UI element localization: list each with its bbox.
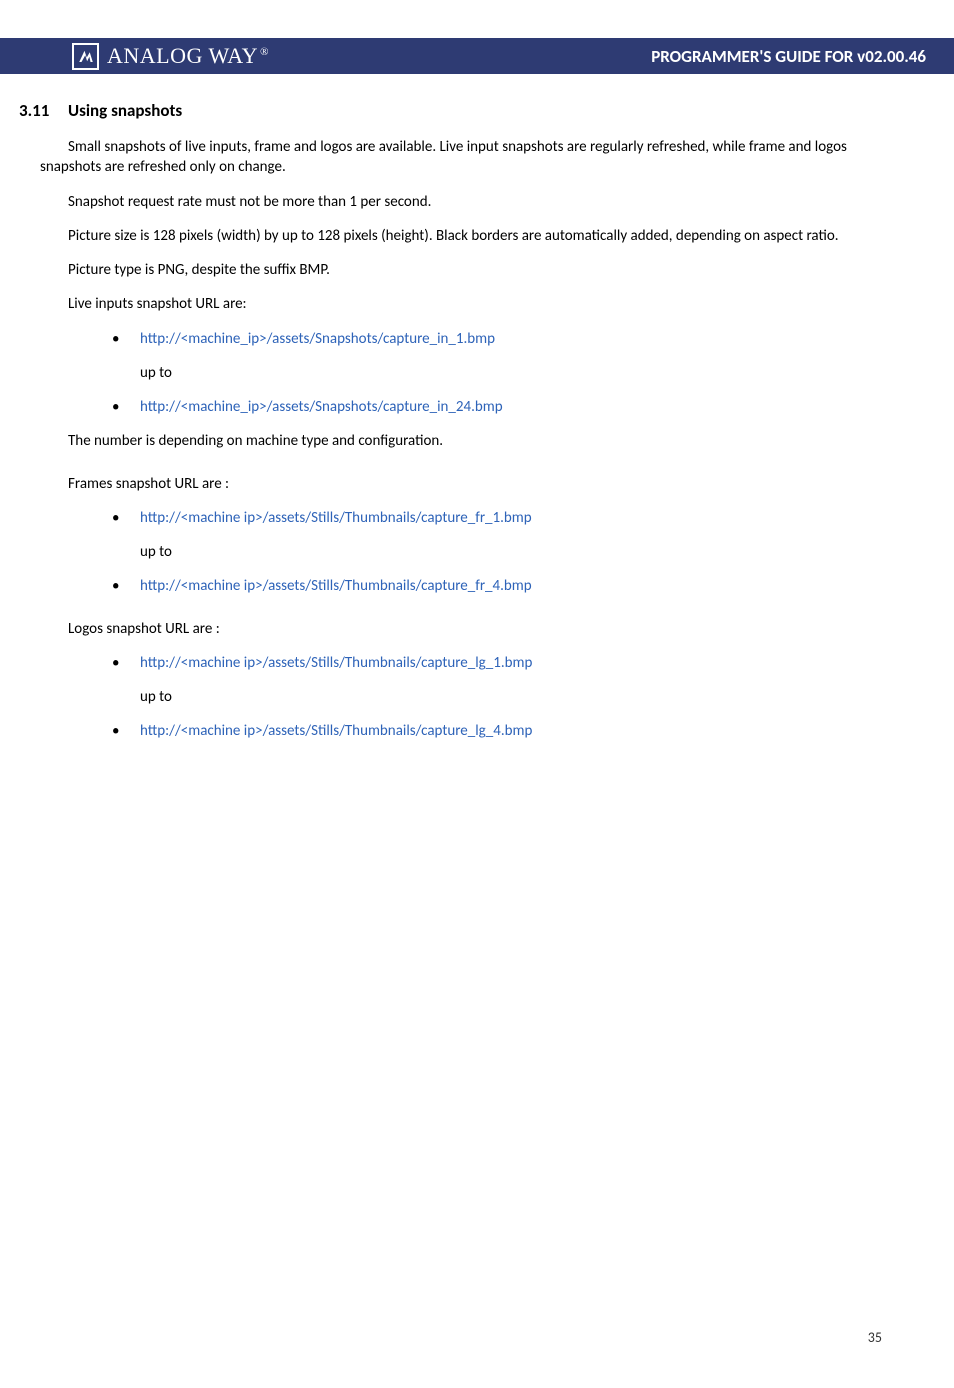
paragraph: Frames snapshot URL are : — [40, 474, 886, 494]
brand-logo-icon — [72, 43, 99, 70]
paragraph: Picture type is PNG, despite the suffix … — [40, 260, 886, 280]
url-link[interactable]: http://<machine ip>/assets/Stills/Thumbn… — [140, 654, 532, 672]
list-item: http://<machine ip>/assets/Stills/Thumbn… — [112, 653, 886, 708]
paragraph: Small snapshots of live inputs, frame an… — [40, 137, 886, 178]
paragraph: Picture size is 128 pixels (width) by up… — [40, 226, 886, 246]
url-link[interactable]: http://<machine ip>/assets/Stills/Thumbn… — [140, 509, 532, 527]
list-item: http://<machine_ip>/assets/Snapshots/cap… — [112, 329, 886, 384]
header-logo-area: ANALOG WAY® — [0, 38, 300, 74]
url-link[interactable]: http://<machine ip>/assets/Stills/Thumbn… — [140, 722, 532, 740]
paragraph: Snapshot request rate must not be more t… — [40, 192, 886, 212]
paragraph: The number is depending on machine type … — [40, 431, 886, 451]
list-item: http://<machine ip>/assets/Stills/Thumbn… — [112, 508, 886, 563]
frames-list: http://<machine ip>/assets/Stills/Thumbn… — [112, 508, 886, 597]
list-item: http://<machine ip>/assets/Stills/Thumbn… — [112, 721, 886, 741]
header-title: PROGRAMMER'S GUIDE FOR v02.00.46 — [300, 38, 954, 74]
page-content: 3.11Using snapshots Small snapshots of l… — [0, 74, 954, 742]
url-link[interactable]: http://<machine_ip>/assets/Snapshots/cap… — [140, 398, 503, 416]
header-bar: ANALOG WAY® PROGRAMMER'S GUIDE FOR v02.0… — [0, 38, 954, 74]
brand-name: ANALOG WAY® — [107, 43, 269, 69]
url-link[interactable]: http://<machine ip>/assets/Stills/Thumbn… — [140, 577, 532, 595]
page-number: 35 — [868, 1329, 882, 1346]
live-inputs-list: http://<machine_ip>/assets/Snapshots/cap… — [112, 329, 886, 418]
up-to-text: up to — [140, 687, 886, 707]
up-to-text: up to — [140, 363, 886, 383]
section-heading: 3.11Using snapshots — [19, 100, 886, 121]
paragraph: Live inputs snapshot URL are: — [40, 294, 886, 314]
up-to-text: up to — [140, 542, 886, 562]
url-link[interactable]: http://<machine_ip>/assets/Snapshots/cap… — [140, 330, 495, 348]
list-item: http://<machine_ip>/assets/Snapshots/cap… — [112, 397, 886, 417]
paragraph: Logos snapshot URL are : — [40, 619, 886, 639]
logos-list: http://<machine ip>/assets/Stills/Thumbn… — [112, 653, 886, 742]
list-item: http://<machine ip>/assets/Stills/Thumbn… — [112, 576, 886, 596]
